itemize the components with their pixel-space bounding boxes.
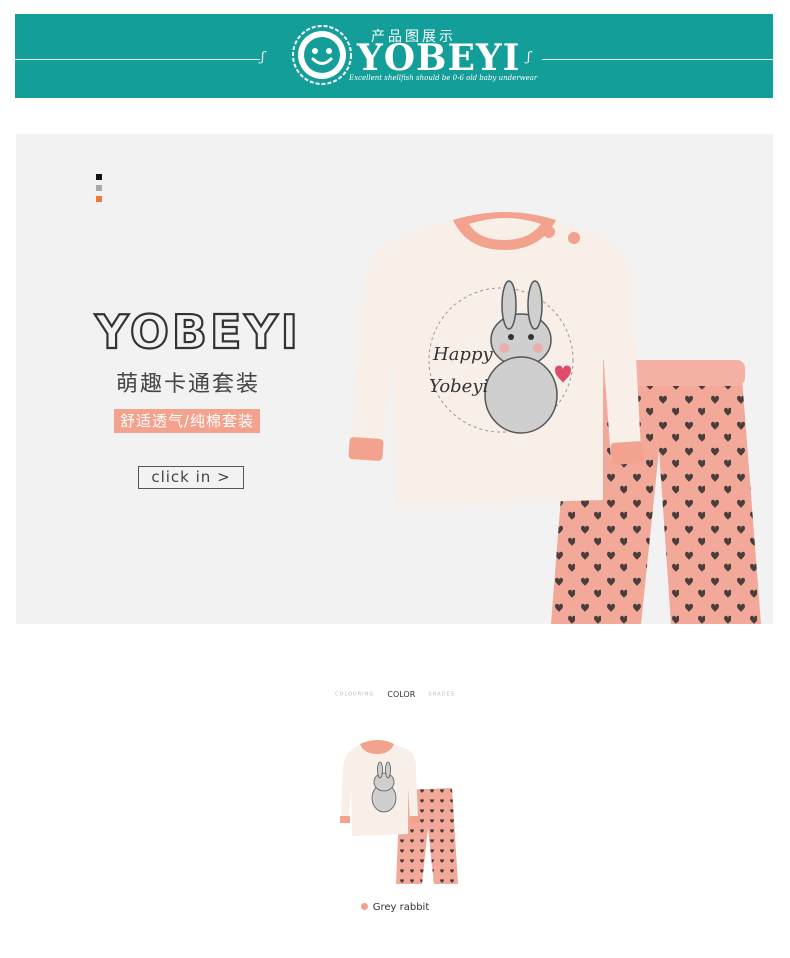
brand-tagline: Excellent shellfish should be 0-6 old ba… (349, 74, 538, 82)
color-heading-suffix: SHADES (428, 691, 455, 698)
hero-subtitle: 萌趣卡通套装 (116, 372, 261, 397)
indicator-dot (96, 174, 102, 180)
color-heading-prefix: COLOURING (335, 691, 375, 698)
color-heading-title: COLOR (387, 690, 416, 699)
header-banner: ʃ ʃ 产品图展示 YOBEYI Excellent shellfish sho… (15, 14, 773, 98)
banner-swash-right: ʃ (527, 50, 531, 65)
hero-brand-wordmark: YOBEYI (93, 304, 301, 358)
grey-rabbit-swatch-image[interactable] (338, 738, 458, 884)
color-option-label[interactable]: Grey rabbit (0, 902, 790, 913)
slide-indicator (96, 174, 102, 207)
pajama-set-image: Happy Yobeyi (348, 212, 761, 624)
indicator-dot (96, 196, 102, 202)
shirt-print-text: Happy (432, 344, 493, 365)
smiley-logo-icon (292, 25, 352, 85)
indicator-dot (96, 185, 102, 191)
shirt-print-text: Yobeyi (429, 376, 488, 397)
color-option-name: Grey rabbit (372, 902, 430, 913)
banner-rule-left (15, 59, 260, 60)
banner-swash-left: ʃ (261, 50, 265, 65)
hero-feature-tag: 舒适透气/纯棉套装 (114, 409, 261, 433)
hero-brand-text: YOBEYI (94, 305, 301, 358)
color-dot-icon (360, 903, 368, 910)
hero-banner: YOBEYI 萌趣卡通套装 舒适透气/纯棉套装 click in > Happy… (16, 134, 773, 624)
color-section-heading: COLOURING COLOR SHADES (0, 684, 790, 703)
banner-rule-right (542, 59, 773, 60)
brand-logo-text: YOBEYI (357, 37, 521, 79)
click-in-button[interactable]: click in > (138, 466, 244, 489)
